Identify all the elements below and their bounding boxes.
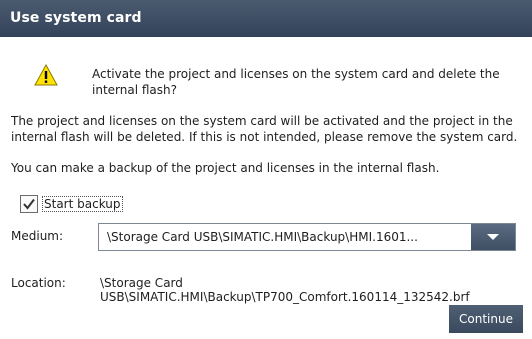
start-backup-label[interactable]: Start backup (42, 196, 123, 212)
medium-select[interactable]: \Storage Card USB\SIMATIC.HMI\Backup\HMI… (98, 223, 516, 251)
warning-icon (34, 63, 58, 86)
start-backup-checkbox[interactable] (20, 195, 38, 213)
continue-button[interactable]: Continue (449, 305, 523, 333)
location-label: Location: (11, 276, 66, 290)
dialog-title: Use system card (10, 10, 142, 26)
backup-hint: You can make a backup of the project and… (11, 161, 440, 175)
dialog-titlebar: Use system card (0, 0, 532, 37)
medium-select-value: \Storage Card USB\SIMATIC.HMI\Backup\HMI… (107, 230, 418, 244)
info-message: The project and licenses on the system c… (11, 114, 518, 144)
location-path: \Storage Card USB\SIMATIC.HMI\Backup\TP7… (100, 276, 470, 304)
confirmation-question: Activate the project and licenses on the… (92, 67, 500, 97)
chevron-down-icon (487, 234, 499, 240)
medium-label: Medium: (11, 229, 64, 243)
checkmark-icon (23, 198, 35, 210)
medium-dropdown-button[interactable] (471, 224, 515, 250)
